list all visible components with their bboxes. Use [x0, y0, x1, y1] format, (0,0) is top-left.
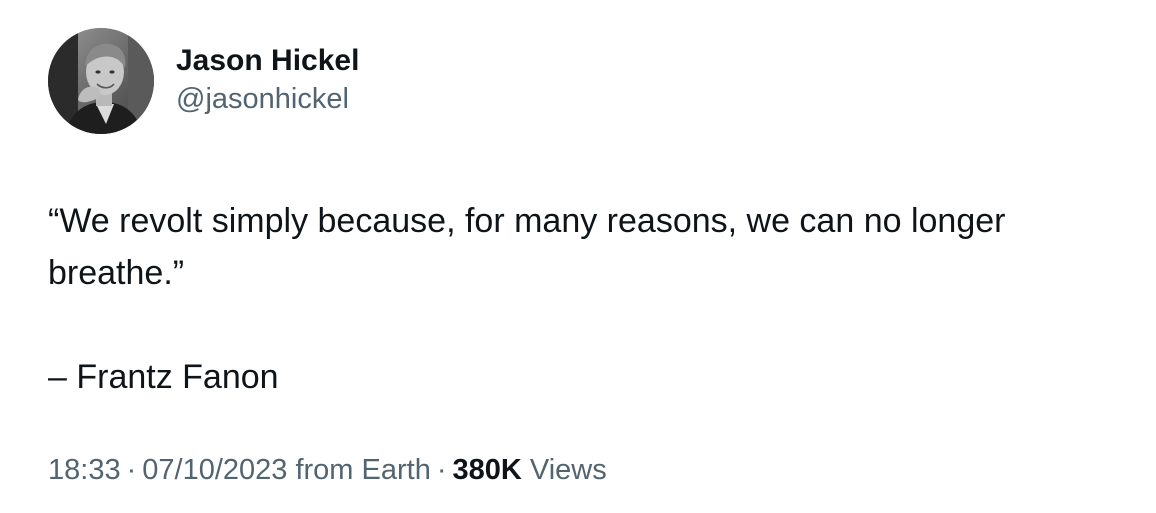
tweet-attribution: – Frantz Fanon	[48, 358, 279, 396]
author-handle[interactable]: @jasonhickel	[176, 81, 359, 117]
tweet-time: 18:33	[48, 454, 121, 486]
tweet-text: “We revolt simply because, for many reas…	[48, 195, 1128, 403]
tweet-timestamp[interactable]: 18:33 · 07/10/2023	[48, 454, 287, 486]
tweet-date: 07/10/2023	[142, 454, 288, 486]
avatar[interactable]	[48, 28, 154, 134]
tweet-header: Jason Hickel @jasonhickel	[48, 28, 359, 134]
views-label: Views	[529, 454, 607, 486]
tweet-meta: 18:33 · 07/10/2023 from Earth · 380K Views	[48, 450, 607, 490]
tweet-card: Jason Hickel @jasonhickel “We revolt sim…	[0, 0, 1156, 513]
author-display-name[interactable]: Jason Hickel	[176, 41, 359, 81]
profile-photo-avatar-icon	[48, 28, 154, 134]
author-names: Jason Hickel @jasonhickel	[176, 41, 359, 117]
views-count: 380K	[452, 454, 522, 486]
meta-separator: ·	[436, 454, 447, 486]
tweet-source: from Earth	[295, 454, 431, 486]
meta-separator: ·	[126, 454, 137, 486]
tweet-quote: “We revolt simply because, for many reas…	[48, 202, 1006, 292]
tweet-views[interactable]: 380K Views	[453, 454, 607, 486]
